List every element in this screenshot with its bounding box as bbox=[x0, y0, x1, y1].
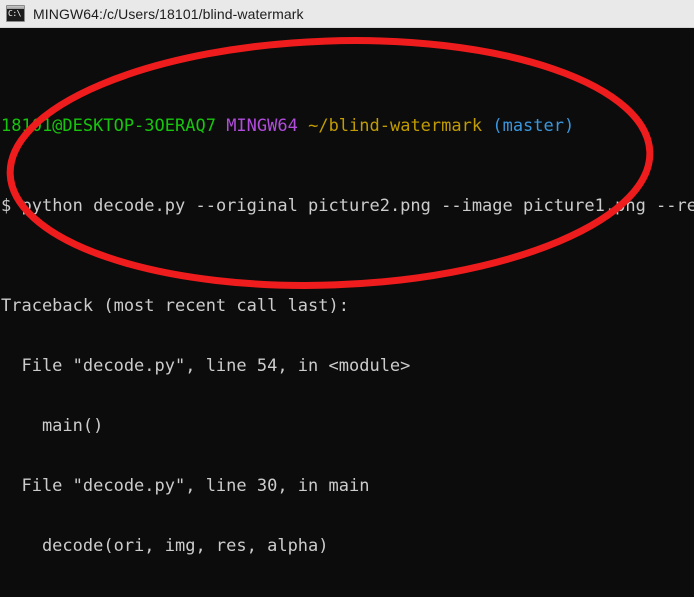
traceback-line: File "decode.py", line 30, in main bbox=[1, 476, 370, 496]
console-icon-glyph: C:\ bbox=[8, 9, 21, 18]
window-title: MINGW64:/c/Users/18101/blind-watermark bbox=[33, 5, 304, 22]
traceback-line: main() bbox=[1, 416, 104, 436]
prompt-path: ~/blind-watermark bbox=[308, 116, 483, 136]
traceback-line: File "decode.py", line 54, in <module> bbox=[1, 356, 411, 376]
prompt-user-host: 18101@DESKTOP-3OERAQ7 bbox=[1, 116, 216, 136]
console-icon: C:\ bbox=[6, 5, 25, 22]
command-text: python decode.py --original picture2.png… bbox=[11, 196, 694, 216]
terminal-screen[interactable]: 18101@DESKTOP-3OERAQ7 MINGW64 ~/blind-wa… bbox=[0, 28, 694, 597]
traceback-line: Traceback (most recent call last): bbox=[1, 296, 349, 316]
terminal-output: 18101@DESKTOP-3OERAQ7 MINGW64 ~/blind-wa… bbox=[0, 36, 694, 597]
prompt-symbol: $ bbox=[1, 196, 12, 216]
command-line: $ python decode.py --original picture2.p… bbox=[1, 196, 694, 216]
prompt-branch: (master) bbox=[492, 116, 575, 136]
traceback-line: decode(ori, img, res, alpha) bbox=[1, 536, 329, 556]
prompt-line: 18101@DESKTOP-3OERAQ7 MINGW64 ~/blind-wa… bbox=[1, 116, 694, 136]
window-titlebar: C:\ MINGW64:/c/Users/18101/blind-waterma… bbox=[0, 0, 694, 28]
prompt-shell: MINGW64 bbox=[226, 116, 298, 136]
